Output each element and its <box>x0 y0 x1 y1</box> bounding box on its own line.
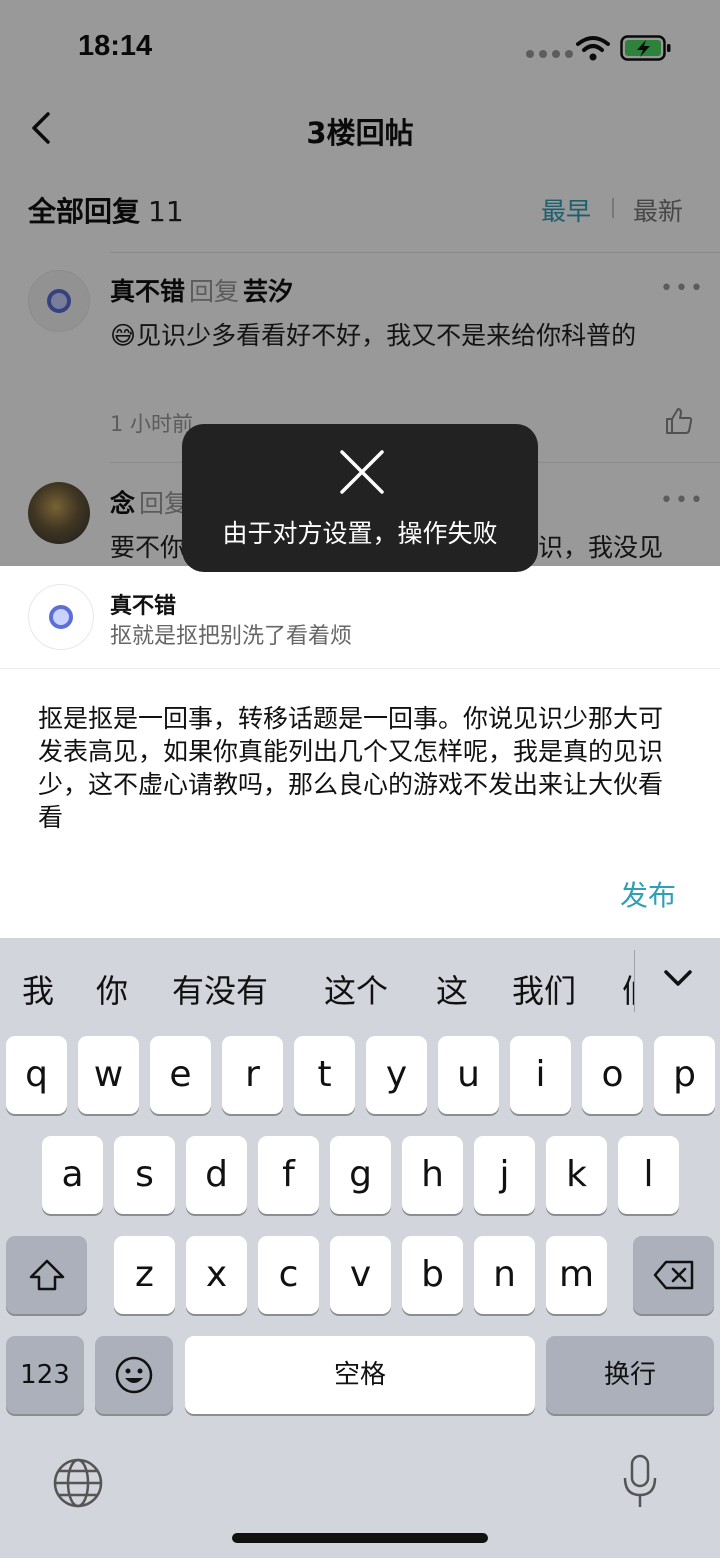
key-h[interactable]: h <box>402 1136 463 1214</box>
key-x[interactable]: x <box>186 1236 247 1314</box>
publish-button[interactable]: 发布 <box>620 874 676 914</box>
shift-key[interactable] <box>6 1236 87 1314</box>
key-l[interactable]: l <box>618 1136 679 1214</box>
quoted-text: 抠就是抠把别洗了看着烦 <box>110 624 353 649</box>
globe-icon[interactable] <box>52 1457 104 1509</box>
key-c[interactable]: c <box>258 1236 319 1314</box>
space-key[interactable]: 空格 <box>185 1336 535 1414</box>
close-x-icon <box>340 450 384 494</box>
key-j[interactable]: j <box>474 1136 535 1214</box>
return-key[interactable]: 换行 <box>546 1336 714 1414</box>
key-t[interactable]: t <box>294 1036 355 1114</box>
key-q[interactable]: q <box>6 1036 67 1114</box>
emoji-smile-icon <box>115 1356 153 1394</box>
key-f[interactable]: f <box>258 1136 319 1214</box>
quoted-username: 真不错 <box>110 594 177 619</box>
key-r[interactable]: r <box>222 1036 283 1114</box>
key-v[interactable]: v <box>330 1236 391 1314</box>
key-k[interactable]: k <box>546 1136 607 1214</box>
keyboard: 我 你 有没有 这个 这 我们 们 q w e r t y u i o p a … <box>0 938 720 1558</box>
avatar <box>28 584 94 650</box>
key-e[interactable]: e <box>150 1036 211 1114</box>
key-b[interactable]: b <box>402 1236 463 1314</box>
candidate-word[interactable]: 这个 <box>324 966 388 1012</box>
backspace-icon <box>653 1260 693 1290</box>
key-y[interactable]: y <box>366 1036 427 1114</box>
home-indicator[interactable] <box>232 1533 488 1543</box>
candidate-word[interactable]: 有没有 <box>172 966 268 1012</box>
emoji-key[interactable] <box>95 1336 173 1414</box>
candidate-word[interactable]: 们 <box>622 966 634 1012</box>
candidate-word[interactable]: 我们 <box>512 966 576 1012</box>
divider <box>0 668 720 669</box>
key-d[interactable]: d <box>186 1136 247 1214</box>
key-m[interactable]: m <box>546 1236 607 1314</box>
candidate-bar: 我 你 有没有 这个 这 我们 们 <box>0 938 720 1034</box>
microphone-icon[interactable] <box>620 1453 660 1511</box>
key-u[interactable]: u <box>438 1036 499 1114</box>
shift-arrow-icon <box>29 1259 64 1291</box>
key-o[interactable]: o <box>582 1036 643 1114</box>
candidate-word[interactable]: 这 <box>436 966 468 1012</box>
candidate-word[interactable]: 我 <box>22 966 54 1012</box>
key-s[interactable]: s <box>114 1136 175 1214</box>
key-z[interactable]: z <box>114 1236 175 1314</box>
error-toast: 由于对方设置，操作失败 <box>182 424 538 572</box>
key-n[interactable]: n <box>474 1236 535 1314</box>
delete-key[interactable] <box>633 1236 714 1314</box>
key-p[interactable]: p <box>654 1036 715 1114</box>
candidate-word[interactable]: 你 <box>96 966 128 1012</box>
key-i[interactable]: i <box>510 1036 571 1114</box>
numbers-key[interactable]: 123 <box>6 1336 84 1414</box>
key-g[interactable]: g <box>330 1136 391 1214</box>
reply-input[interactable]: 抠是抠是一回事，转移话题是一回事。你说见识少那大可发表高见，如果你真能列出几个又… <box>38 702 678 834</box>
chevron-down-icon[interactable] <box>660 964 696 994</box>
reply-sheet: 真不错 抠就是抠把别洗了看着烦 抠是抠是一回事，转移话题是一回事。你说见识少那大… <box>0 566 720 938</box>
key-w[interactable]: w <box>78 1036 139 1114</box>
key-a[interactable]: a <box>42 1136 103 1214</box>
candidate-divider <box>634 950 635 1012</box>
toast-message: 由于对方设置，操作失败 <box>222 519 498 548</box>
